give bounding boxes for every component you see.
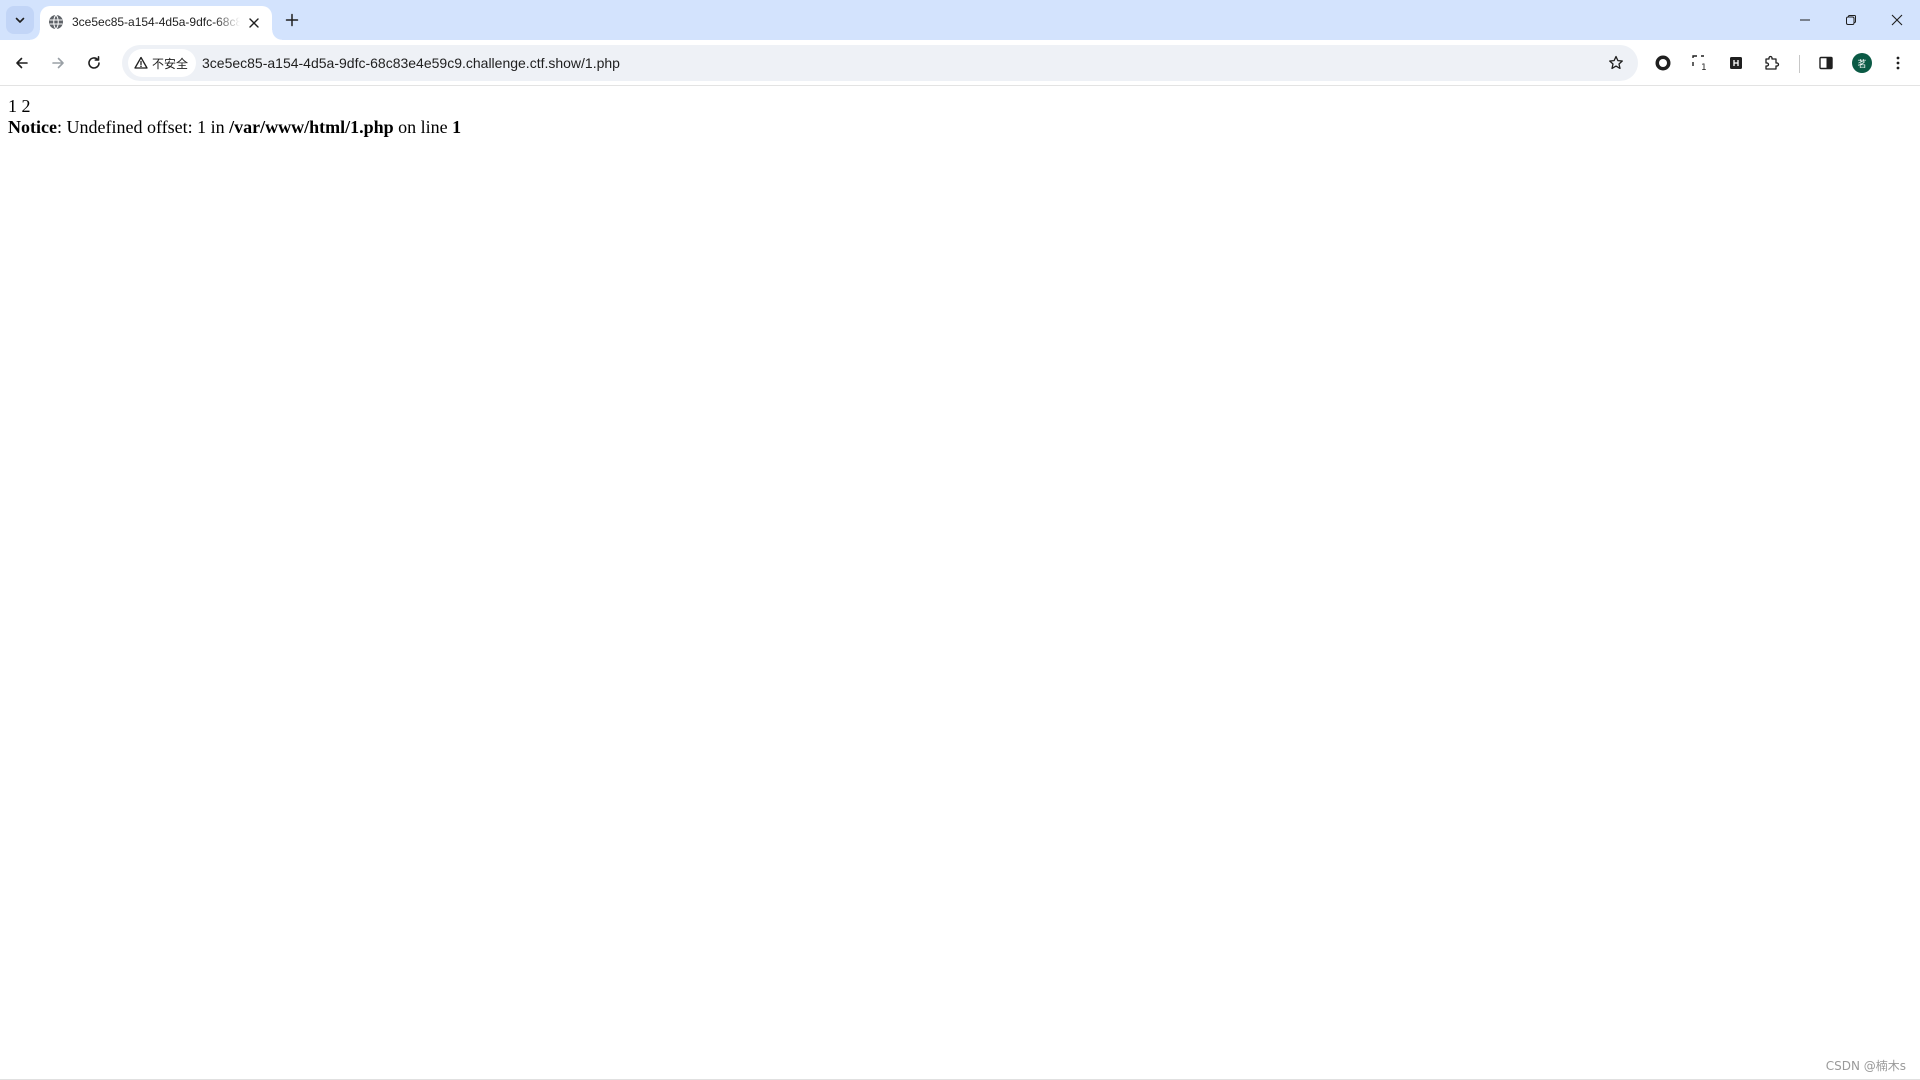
close-icon: [249, 18, 259, 28]
extension-button[interactable]: [1651, 51, 1675, 75]
extensions-menu-button[interactable]: [1760, 51, 1784, 75]
extension-button-2[interactable]: [1724, 51, 1748, 75]
dashed-square-icon: 1: [1692, 55, 1707, 72]
plus-icon: [285, 13, 299, 27]
url-text[interactable]: 3ce5ec85-a154-4d5a-9dfc-68c83e4e59c9.cha…: [202, 55, 620, 71]
security-label: 不安全: [152, 56, 189, 71]
globe-icon: [49, 14, 63, 30]
extension-badge: 1: [1701, 63, 1707, 72]
forward-button[interactable]: [42, 47, 74, 79]
notice-message-line: on line: [393, 117, 453, 137]
browser-toolbar: 不安全 3ce5ec85-a154-4d5a-9dfc-68c83e4e59c9…: [0, 40, 1920, 86]
output-line: 1 2: [8, 96, 31, 116]
puzzle-icon: [1765, 55, 1780, 70]
active-tab[interactable]: 3ce5ec85-a154-4d5a-9dfc-68c83e4e59c9.cha…: [30, 6, 282, 40]
php-output: 1 2 Notice: Undefined offset: 1 in /var/…: [8, 96, 461, 138]
new-tab-button[interactable]: [280, 8, 304, 32]
minimize-icon: [1800, 19, 1810, 21]
warning-icon: [134, 56, 148, 69]
notice-file: /var/www/html/1.php: [229, 117, 394, 137]
reload-icon: [88, 56, 100, 69]
tab-title: 3ce5ec85-a154-4d5a-9dfc-68c83e4e59c9.cha…: [72, 15, 240, 29]
minimize-button[interactable]: [1782, 0, 1828, 40]
watermark: CSDN @楠木s: [1825, 1059, 1906, 1073]
arrow-right-icon: [52, 57, 64, 69]
tab-strip: 3ce5ec85-a154-4d5a-9dfc-68c83e4e59c9.cha…: [0, 0, 1920, 40]
restore-icon: [1846, 15, 1856, 25]
square-extension-icon: [1730, 57, 1742, 69]
arrow-left-icon: [16, 57, 28, 69]
toolbar-divider: [1799, 55, 1800, 73]
notice-line-number: 1: [452, 117, 462, 137]
tab-close-button[interactable]: [244, 13, 264, 33]
bookmark-button[interactable]: [1606, 53, 1626, 73]
restore-button[interactable]: [1828, 0, 1874, 40]
star-icon: [1609, 55, 1623, 70]
circle-extension-icon: [1655, 55, 1671, 71]
avatar: 茗: [1852, 53, 1872, 73]
notice-label: Notice: [8, 117, 57, 137]
page-content: 1 2 Notice: Undefined offset: 1 in /var/…: [0, 87, 1920, 1080]
profile-button[interactable]: 茗: [1850, 51, 1874, 75]
chevron-down-icon: [15, 17, 25, 23]
notice-message: : Undefined offset: 1 in: [56, 117, 230, 137]
address-bar[interactable]: 不安全 3ce5ec85-a154-4d5a-9dfc-68c83e4e59c9…: [122, 45, 1638, 81]
side-panel-button[interactable]: [1814, 51, 1838, 75]
menu-button[interactable]: [1886, 51, 1910, 75]
back-button[interactable]: [6, 47, 38, 79]
php-notice: Notice: Undefined offset: 1 in /var/www/…: [8, 117, 461, 138]
extension-badge-button[interactable]: 1: [1688, 51, 1712, 75]
side-panel-icon: [1819, 56, 1833, 70]
more-vertical-icon: [1896, 56, 1900, 70]
close-icon: [1891, 14, 1903, 26]
close-window-button[interactable]: [1874, 0, 1920, 40]
reload-button[interactable]: [78, 47, 110, 79]
security-indicator[interactable]: 不安全: [128, 49, 197, 77]
